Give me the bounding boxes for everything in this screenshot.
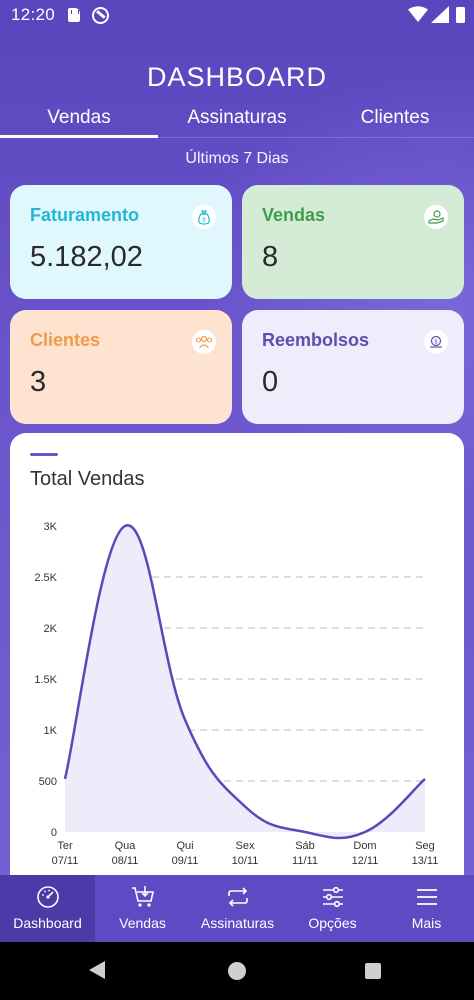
x-tick-date: 08/11 xyxy=(112,855,139,867)
card-clientes[interactable]: Clientes 3 xyxy=(10,310,232,424)
system-nav-bar xyxy=(0,942,474,1000)
money-bag-icon: $ xyxy=(192,205,216,229)
nav-mais[interactable]: Mais xyxy=(379,875,474,942)
sd-card-icon xyxy=(68,8,80,22)
page-title: DASHBOARD xyxy=(146,62,328,92)
x-tick-date: 11/11 xyxy=(292,855,318,867)
battery-icon xyxy=(456,7,465,23)
x-tick-day: Seg xyxy=(415,840,435,852)
nav-label: Mais xyxy=(411,915,442,931)
repeat-icon xyxy=(228,887,248,907)
refund-icon: $ xyxy=(424,330,448,354)
nav-vendas[interactable]: Vendas xyxy=(95,875,190,942)
do-not-disturb-icon xyxy=(92,7,109,24)
gauge-icon xyxy=(37,886,59,908)
tab-vendas[interactable]: Vendas xyxy=(0,104,158,138)
x-tick-day: Sáb xyxy=(295,840,315,852)
chart-card: Total Vendas 0 500 1K 1.5K 2K 2.5K 3K Ter 07/11 Q… xyxy=(10,433,464,883)
sales-chart: 0 500 1K 1.5K 2K 2.5K 3K Ter 07/11 Qua 08/11 Qui 09/… xyxy=(34,521,439,867)
y-tick-label: 2K xyxy=(44,623,58,635)
back-icon[interactable] xyxy=(89,961,105,979)
nav-opcoes[interactable]: Opções xyxy=(285,875,380,942)
signal-icon xyxy=(431,6,449,23)
status-bar: 12:20 xyxy=(0,0,474,30)
tab-clientes[interactable]: Clientes xyxy=(316,104,474,138)
card-label: Faturamento xyxy=(30,205,140,225)
card-value: 8 xyxy=(262,241,279,273)
y-tick-label: 500 xyxy=(39,776,57,788)
x-tick-day: Qui xyxy=(176,840,193,852)
card-faturamento[interactable]: Faturamento 5.182,02 $ xyxy=(10,185,232,299)
x-tick-day: Dom xyxy=(353,840,376,852)
cart-icon xyxy=(132,886,154,907)
y-tick-label: 1.5K xyxy=(34,674,57,686)
y-tick-label: 2.5K xyxy=(34,572,57,584)
hand-coin-icon xyxy=(424,205,448,229)
period-label: Últimos 7 Dias xyxy=(185,150,289,167)
svg-text:$: $ xyxy=(434,339,438,346)
card-value: 0 xyxy=(262,366,279,398)
x-tick-day: Ter xyxy=(57,840,73,852)
home-icon[interactable] xyxy=(228,962,246,980)
x-tick-day: Sex xyxy=(236,840,255,852)
y-tick-label: 1K xyxy=(44,725,58,737)
y-tick-label: 3K xyxy=(44,521,58,533)
tab-indicator xyxy=(0,135,158,138)
status-time: 12:20 xyxy=(11,5,56,24)
card-value: 3 xyxy=(30,366,47,398)
nav-label: Assinaturas xyxy=(200,915,275,931)
nav-label: Vendas xyxy=(119,915,166,931)
menu-icon xyxy=(417,889,437,905)
card-reembolsos[interactable]: Reembolsos 0 $ xyxy=(242,310,464,424)
recents-icon[interactable] xyxy=(365,963,381,979)
card-label: Vendas xyxy=(262,205,326,225)
card-vendas[interactable]: Vendas 8 xyxy=(242,185,464,299)
x-tick-date: 09/11 xyxy=(172,855,199,867)
nav-label: Dashboard xyxy=(13,915,82,931)
svg-text:$: $ xyxy=(202,217,206,224)
card-label: Clientes xyxy=(30,330,101,350)
people-icon xyxy=(192,330,216,354)
sliders-icon xyxy=(323,886,343,908)
x-tick-date: 07/11 xyxy=(52,855,79,867)
y-tick-label: 0 xyxy=(51,827,57,839)
x-tick-date: 10/11 xyxy=(232,855,259,867)
nav-dashboard[interactable]: Dashboard xyxy=(0,875,95,942)
x-tick-date: 13/11 xyxy=(412,855,439,867)
x-tick-date: 12/11 xyxy=(352,855,379,867)
bottom-nav: Dashboard Vendas Assinaturas Opções Mais xyxy=(0,875,474,942)
series-area xyxy=(65,525,425,839)
nav-label: Opções xyxy=(308,915,357,931)
card-value: 5.182,02 xyxy=(30,241,143,273)
x-tick-day: Qua xyxy=(115,840,137,852)
tab-assinaturas[interactable]: Assinaturas xyxy=(158,104,316,138)
card-label: Reembolsos xyxy=(262,330,370,350)
app-screen: 12:20 DASHBOARD Vendas Assinaturas Clien… xyxy=(0,0,474,942)
wifi-icon xyxy=(408,6,428,22)
nav-assinaturas[interactable]: Assinaturas xyxy=(190,875,285,942)
tab-bar: Vendas Assinaturas Clientes xyxy=(0,104,474,138)
